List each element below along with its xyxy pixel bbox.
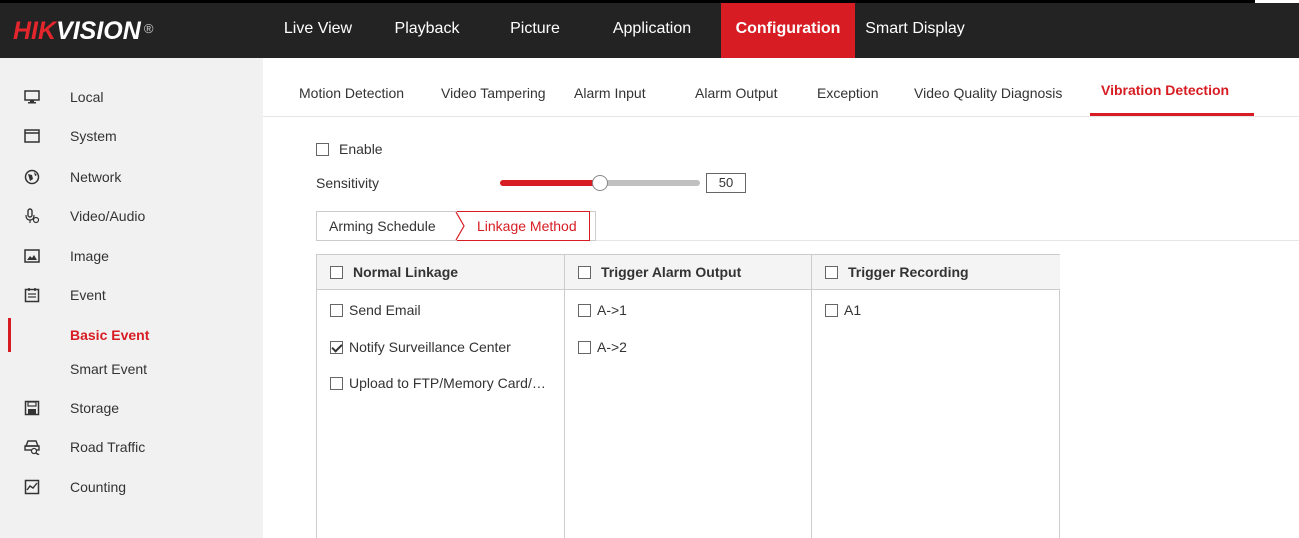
slider-fill [500, 180, 600, 186]
sensitivity-value-input[interactable]: 50 [706, 173, 746, 193]
notify-surveillance-center-checkbox[interactable] [330, 340, 343, 354]
tabs-divider [263, 116, 1299, 117]
option-label: A->1 [597, 302, 627, 318]
sidebar-item-system[interactable]: System [0, 117, 263, 155]
subtabs-divider [596, 240, 1299, 241]
nav-playback[interactable]: Playback [368, 3, 486, 58]
top-header: HIKVISION ® Live View Playback Picture Ap… [0, 3, 1299, 58]
linkage-column-recording: Trigger Recording A1 [812, 255, 1060, 538]
send-email-checkbox[interactable] [330, 303, 343, 317]
sidebar-item-road-traffic[interactable]: Road Traffic [0, 428, 263, 466]
option-label: Notify Surveillance Center [349, 339, 511, 355]
enable-row: Enable [316, 141, 383, 157]
sidebar-item-label: Road Traffic [70, 439, 146, 455]
linkage-column-header: Normal Linkage [317, 255, 564, 290]
tab-exception[interactable]: Exception [817, 58, 878, 116]
registered-mark: ® [143, 21, 154, 36]
option-label: A->2 [597, 339, 627, 355]
brand-logo: HIKVISION ® [13, 16, 153, 46]
column-header-label: Normal Linkage [353, 264, 459, 280]
road-traffic-icon [24, 439, 40, 455]
image-icon [24, 248, 40, 264]
sidebar-item-label: Image [70, 248, 109, 264]
nav-smart-display[interactable]: Smart Display [855, 3, 975, 58]
sensitivity-slider[interactable] [500, 173, 700, 193]
active-tab-underline [1090, 113, 1254, 116]
linkage-column-alarm-output: Trigger Alarm Output A->1 A->2 [565, 255, 812, 538]
nav-live-view[interactable]: Live View [268, 3, 368, 58]
sidebar-item-basic-event[interactable]: Basic Event [0, 316, 263, 354]
normal-linkage-select-all-checkbox[interactable] [330, 265, 343, 279]
recording-a1-checkbox[interactable] [825, 303, 838, 317]
sidebar-item-counting[interactable]: Counting [0, 468, 263, 506]
globe-icon [24, 169, 40, 185]
brand-logo-secondary: VISION [56, 17, 141, 45]
sidebar-item-label: Smart Event [70, 361, 148, 377]
nav-picture[interactable]: Picture [486, 3, 584, 58]
subtab-linkage-method[interactable]: Linkage Method [457, 211, 590, 241]
linkage-option-row[interactable]: Send Email [330, 302, 421, 318]
microphone-icon [24, 208, 40, 224]
sidebar-item-label: Storage [70, 400, 120, 416]
calendar-icon [24, 287, 40, 303]
tab-alarm-input[interactable]: Alarm Input [574, 58, 646, 116]
sidebar-item-label: Network [70, 169, 122, 185]
tab-vibration-detection[interactable]: Vibration Detection [1101, 58, 1229, 116]
option-label: A1 [844, 302, 862, 318]
tab-motion-detection[interactable]: Motion Detection [299, 58, 404, 116]
linkage-option-row[interactable]: A->2 [578, 339, 627, 355]
linkage-option-row[interactable]: Notify Surveillance Center [330, 339, 511, 355]
enable-checkbox[interactable] [316, 142, 329, 156]
sidebar: Local System Network Video/Audio Image E… [0, 58, 263, 538]
sidebar-item-label: Basic Event [70, 327, 150, 343]
sidebar-item-label: Event [70, 287, 106, 303]
event-tabs: Motion Detection Video Tampering Alarm I… [263, 58, 1299, 118]
main-nav: Live View Playback Picture Application C… [268, 3, 975, 58]
column-header-label: Trigger Recording [848, 264, 969, 280]
tab-video-tampering[interactable]: Video Tampering [441, 58, 546, 116]
brand-logo-primary: HIK [13, 17, 57, 45]
linkage-column-header: Trigger Alarm Output [565, 255, 811, 290]
sidebar-item-network[interactable]: Network [0, 158, 263, 196]
linkage-option-row[interactable]: A->1 [578, 302, 627, 318]
sidebar-item-label: Local [70, 89, 104, 105]
active-indicator [8, 318, 11, 352]
schedule-linkage-tabs: Arming Schedule Linkage Method [316, 211, 596, 241]
sidebar-item-video-audio[interactable]: Video/Audio [0, 197, 263, 235]
slider-thumb[interactable] [592, 175, 608, 191]
subtab-arming-schedule[interactable]: Arming Schedule [329, 212, 436, 240]
trigger-alarm-output-select-all-checkbox[interactable] [578, 265, 591, 279]
nav-application[interactable]: Application [584, 3, 720, 58]
option-label: Send Email [349, 302, 421, 318]
sidebar-item-label: Counting [70, 479, 127, 495]
trigger-recording-select-all-checkbox[interactable] [825, 265, 838, 279]
upload-ftp-checkbox[interactable] [330, 376, 343, 390]
sidebar-item-image[interactable]: Image [0, 237, 263, 275]
alarm-output-a1-checkbox[interactable] [578, 303, 591, 317]
alarm-output-a2-checkbox[interactable] [578, 340, 591, 354]
column-header-label: Trigger Alarm Output [601, 264, 742, 280]
sidebar-item-local[interactable]: Local [0, 78, 263, 116]
linkage-column-normal: Normal Linkage Send Email Notify Surveil… [317, 255, 565, 538]
chart-icon [24, 479, 40, 495]
enable-label: Enable [339, 141, 383, 157]
linkage-option-row[interactable]: Upload to FTP/Memory Card/… [330, 375, 546, 391]
sidebar-item-event[interactable]: Event [0, 276, 263, 314]
sidebar-item-label: System [70, 128, 117, 144]
option-label: Upload to FTP/Memory Card/… [349, 375, 546, 391]
sensitivity-label: Sensitivity [316, 175, 380, 191]
window-icon [24, 128, 40, 144]
linkage-column-header: Trigger Recording [812, 255, 1060, 290]
tab-video-quality-diagnosis[interactable]: Video Quality Diagnosis [914, 58, 1062, 116]
tab-alarm-output[interactable]: Alarm Output [695, 58, 777, 116]
linkage-option-row[interactable]: A1 [825, 302, 861, 318]
linkage-table: Normal Linkage Send Email Notify Surveil… [316, 254, 1060, 538]
sidebar-item-storage[interactable]: Storage [0, 389, 263, 427]
nav-configuration[interactable]: Configuration [721, 3, 855, 58]
sidebar-item-label: Video/Audio [70, 208, 146, 224]
monitor-icon [24, 89, 40, 105]
sidebar-item-smart-event[interactable]: Smart Event [0, 350, 263, 388]
floppy-icon [24, 400, 40, 416]
